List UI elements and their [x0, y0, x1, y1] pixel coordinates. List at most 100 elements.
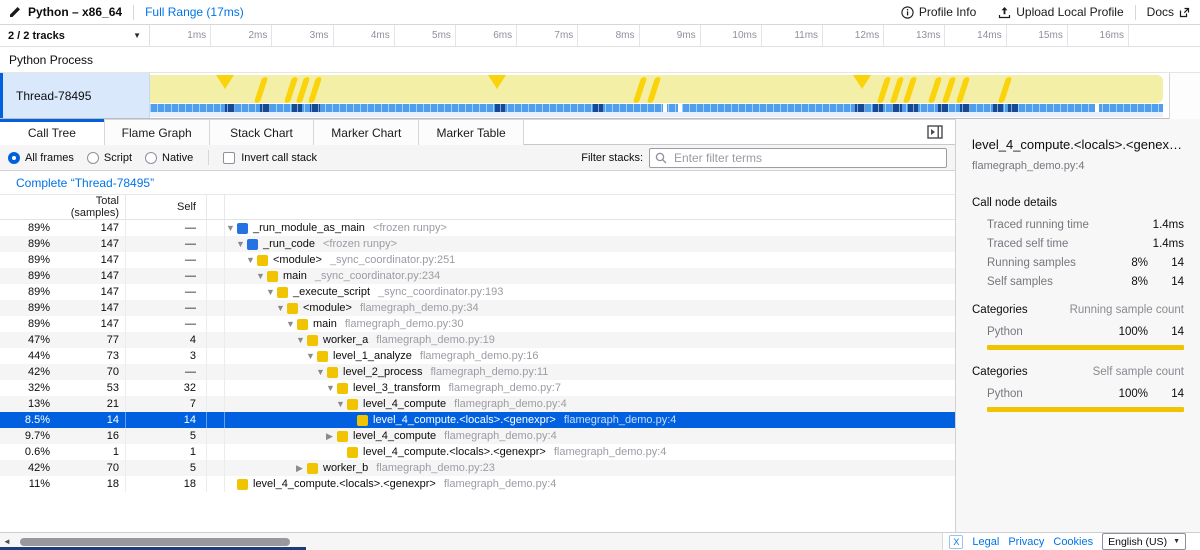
docs-button[interactable]: Docs: [1147, 5, 1190, 19]
language-select[interactable]: English (US) ▼: [1102, 533, 1186, 550]
footer-link-privacy[interactable]: Privacy: [1008, 536, 1044, 548]
table-row[interactable]: 0.6%11level_4_compute.<locals>.<genexpr>…: [0, 444, 955, 460]
radio-script-label[interactable]: Script: [104, 152, 132, 164]
tracks-count-label: 2 / 2 tracks: [8, 30, 65, 42]
sample-gap: [663, 104, 667, 112]
table-row[interactable]: 8.5%1414level_4_compute.<locals>.<genexp…: [0, 412, 955, 428]
table-row[interactable]: 42%705▶worker_bflamegraph_demo.py:23: [0, 460, 955, 476]
twisty-icon[interactable]: ▼: [276, 300, 287, 316]
twisty-icon[interactable]: ▼: [316, 364, 327, 380]
category-bar: [987, 407, 1184, 412]
table-row[interactable]: 32%5332▼level_3_transformflamegraph_demo…: [0, 380, 955, 396]
search-icon: [655, 152, 667, 167]
call-tree-settings-bar: All frames Script Native Invert call sta…: [0, 145, 955, 171]
panel-tab-bar: Call TreeFlame GraphStack ChartMarker Ch…: [0, 119, 955, 145]
sample-gap: [1095, 104, 1099, 112]
radio-all-frames-label[interactable]: All frames: [25, 152, 74, 164]
info-icon: [901, 6, 914, 19]
table-row[interactable]: 89%147—▼_execute_script_sync_coordinator…: [0, 284, 955, 300]
tab-call-tree[interactable]: Call Tree: [0, 120, 105, 146]
invert-call-stack-label[interactable]: Invert call stack: [241, 152, 317, 164]
twisty-icon[interactable]: ▼: [296, 332, 307, 348]
selected-node-title: level_4_compute.<locals>.<genexpr>: [972, 137, 1184, 152]
edit-pencil-icon[interactable]: [9, 6, 21, 18]
footer-link-cookies[interactable]: Cookies: [1053, 536, 1093, 548]
footer-close-button[interactable]: X: [949, 535, 963, 549]
function-name: level_4_compute.<locals>.<genexpr>: [373, 414, 556, 426]
file-location: flamegraph_demo.py:4: [444, 478, 557, 490]
full-range-link[interactable]: Full Range (17ms): [145, 5, 244, 19]
function-name: level_4_compute.<locals>.<genexpr>: [253, 478, 436, 490]
twisty-icon[interactable]: ▼: [246, 252, 257, 268]
file-location: flamegraph_demo.py:16: [420, 350, 539, 362]
radio-native-label[interactable]: Native: [162, 152, 193, 164]
category-swatch-icon: [317, 351, 328, 362]
sample-block: [225, 104, 235, 112]
table-row[interactable]: 89%147—▼<module>_sync_coordinator.py:251: [0, 252, 955, 268]
table-row[interactable]: 11%1818level_4_compute.<locals>.<genexpr…: [0, 476, 955, 492]
sample-strip[interactable]: [150, 104, 1163, 112]
scrollbar-thumb[interactable]: [20, 538, 290, 546]
profiler-app: Python – x86_64 Full Range (17ms) Profil…: [0, 0, 1200, 550]
table-row[interactable]: 47%774▼worker_aflamegraph_demo.py:19: [0, 332, 955, 348]
file-location: _sync_coordinator.py:193: [378, 286, 503, 298]
activity-graph[interactable]: [150, 75, 1163, 103]
footer-link-legal[interactable]: Legal: [972, 536, 999, 548]
column-header-self[interactable]: Self: [126, 195, 207, 219]
thread-track-graph[interactable]: [150, 73, 1164, 118]
twisty-icon[interactable]: ▼: [326, 380, 337, 396]
twisty-icon[interactable]: ▼: [236, 236, 247, 252]
category-swatch-icon: [257, 255, 268, 266]
tab-marker-table[interactable]: Marker Table: [419, 120, 524, 146]
sample-block: [1008, 104, 1018, 112]
tab-marker-chart[interactable]: Marker Chart: [314, 120, 419, 146]
twisty-icon[interactable]: ▼: [306, 348, 317, 364]
time-ruler: 1ms2ms3ms4ms5ms6ms7ms8ms9ms10ms11ms12ms1…: [150, 25, 1200, 46]
table-row[interactable]: 89%147—▼_run_code<frozen runpy>: [0, 236, 955, 252]
table-row[interactable]: 89%147—▼_run_module_as_main<frozen runpy…: [0, 220, 955, 236]
table-row[interactable]: 89%147—▼main_sync_coordinator.py:234: [0, 268, 955, 284]
upload-profile-button[interactable]: Upload Local Profile: [998, 5, 1123, 19]
breadcrumb[interactable]: Complete “Thread-78495”: [16, 176, 154, 190]
radio-all-frames[interactable]: [8, 152, 20, 164]
legal-footer: X Legal Privacy Cookies English (US) ▼: [942, 532, 1200, 550]
table-row[interactable]: 42%70—▼level_2_processflamegraph_demo.py…: [0, 364, 955, 380]
marker-icon: [254, 77, 268, 103]
call-tree: 89%147—▼_run_module_as_main<frozen runpy…: [0, 220, 955, 492]
scroll-left-arrow-icon[interactable]: ◄: [3, 537, 11, 546]
category-swatch-icon: [247, 239, 258, 250]
sample-block: [260, 104, 270, 112]
table-row[interactable]: 89%147—▼mainflamegraph_demo.py:30: [0, 316, 955, 332]
timeline-header: 2 / 2 tracks ▼ 1ms2ms3ms4ms5ms6ms7ms8ms9…: [0, 25, 1200, 47]
twisty-icon[interactable]: ▼: [256, 268, 267, 284]
sidebar-toggle-icon[interactable]: [927, 125, 943, 139]
process-track-header[interactable]: Python Process: [0, 47, 1200, 73]
function-name: level_3_transform: [353, 382, 440, 394]
horizontal-scrollbar[interactable]: ◄: [0, 532, 942, 550]
tracks-selector[interactable]: 2 / 2 tracks ▼: [0, 25, 150, 46]
table-row[interactable]: 9.7%165▶level_4_computeflamegraph_demo.p…: [0, 428, 955, 444]
radio-native[interactable]: [145, 152, 157, 164]
category-row: Python100%14: [972, 388, 1184, 400]
profile-info-button[interactable]: Profile Info: [901, 5, 976, 19]
twisty-icon[interactable]: ▶: [326, 428, 337, 444]
twisty-icon[interactable]: ▶: [296, 460, 307, 476]
function-name: level_1_analyze: [333, 350, 412, 362]
table-row[interactable]: 44%733▼level_1_analyzeflamegraph_demo.py…: [0, 348, 955, 364]
twisty-icon[interactable]: ▼: [226, 220, 237, 236]
twisty-icon[interactable]: ▼: [286, 316, 297, 332]
radio-script[interactable]: [87, 152, 99, 164]
column-header-total[interactable]: Total (samples): [50, 195, 125, 219]
tab-stack-chart[interactable]: Stack Chart: [210, 120, 315, 146]
tab-flame-graph[interactable]: Flame Graph: [105, 120, 210, 146]
file-location: flamegraph_demo.py:23: [376, 462, 495, 474]
twisty-icon[interactable]: ▼: [336, 396, 347, 412]
file-location: <frozen runpy>: [323, 238, 397, 250]
invert-call-stack-checkbox[interactable]: [223, 152, 235, 164]
thread-track-label[interactable]: Thread-78495: [0, 73, 150, 118]
table-row[interactable]: 89%147—▼<module>flamegraph_demo.py:34: [0, 300, 955, 316]
category-swatch-icon: [307, 463, 318, 474]
twisty-icon[interactable]: ▼: [266, 284, 277, 300]
filter-stacks-input[interactable]: [649, 148, 947, 168]
table-row[interactable]: 13%217▼level_4_computeflamegraph_demo.py…: [0, 396, 955, 412]
